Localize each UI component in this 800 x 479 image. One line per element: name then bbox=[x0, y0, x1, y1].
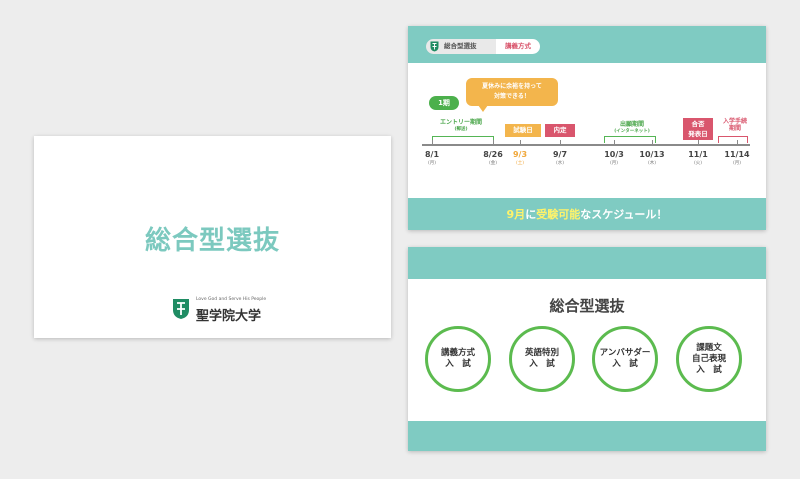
footer-band bbox=[408, 421, 766, 451]
university-name: 聖学院大学 bbox=[196, 309, 262, 324]
exam-day-box: 試験日 bbox=[505, 124, 541, 137]
application-period-label: 出願期間 (インターネット) bbox=[604, 121, 660, 135]
header-band bbox=[408, 247, 766, 279]
date-day: (月) bbox=[732, 161, 741, 166]
pass-announcement-line-1: 合否 bbox=[691, 120, 705, 128]
methods-title: 総合型選抜 bbox=[549, 297, 625, 315]
timeline-axis bbox=[422, 144, 750, 146]
date-label: 11/14 (月) bbox=[721, 150, 753, 168]
timeline-tick bbox=[614, 140, 615, 145]
date-day: (土) bbox=[515, 161, 524, 166]
pass-announcement-line-2: 発表日 bbox=[688, 130, 708, 138]
date-day: (木) bbox=[647, 161, 656, 166]
method-circle: 講義方式 入 試 bbox=[425, 326, 491, 392]
method-label: アンバサダー 入 試 bbox=[599, 348, 651, 369]
schedule-tagline: 9月に受験可能なスケジュール！ bbox=[408, 206, 766, 222]
date-text: 11/14 bbox=[724, 150, 750, 159]
shield-icon bbox=[173, 299, 189, 319]
enrollment-line-1: 入学手続 bbox=[722, 118, 747, 125]
entry-period-text: エントリー期間 bbox=[439, 119, 482, 126]
pass-announcement-box: 合否 発表日 bbox=[683, 118, 713, 140]
date-day: (月) bbox=[609, 161, 618, 166]
bubble-line-1: 夏休みに余裕を持って bbox=[482, 83, 542, 90]
date-text: 8/26 bbox=[483, 150, 503, 159]
timeline-tick bbox=[698, 140, 699, 145]
date-label: 8/1 (月) bbox=[416, 150, 448, 168]
date-day: (月) bbox=[427, 161, 436, 166]
schedule-slide: 総合型選抜 講義方式 夏休みに余裕を持って 対策できる！ 1期 エントリー期間 … bbox=[408, 26, 766, 230]
method-label: 英語特別 入 試 bbox=[524, 348, 559, 369]
application-period-text: 出願期間 bbox=[619, 121, 644, 128]
method-label: 講義方式 入 試 bbox=[440, 348, 475, 369]
timeline-tick bbox=[520, 140, 521, 145]
logo-motto: Love God and Serve His People bbox=[196, 297, 267, 302]
entry-period-bracket bbox=[432, 136, 494, 143]
entry-period-label: エントリー期間 (郵送) bbox=[434, 119, 488, 133]
date-text: 9/7 bbox=[552, 150, 568, 159]
timeline-tick bbox=[493, 140, 494, 145]
date-text: 10/13 bbox=[639, 150, 665, 159]
enrollment-label: 入学手続 期間 bbox=[717, 118, 753, 132]
date-text: 9/3 bbox=[512, 150, 528, 159]
method-circle: 課題文 自己表現 入 試 bbox=[676, 326, 742, 392]
header-program-label: 総合型選抜 bbox=[444, 42, 477, 50]
date-label: 10/13 (木) bbox=[636, 150, 668, 168]
enrollment-bracket bbox=[718, 136, 748, 143]
term-badge: 1期 bbox=[429, 96, 459, 110]
date-label-highlight: 9/3 (土) bbox=[504, 150, 536, 168]
bubble-line-2: 対策できる！ bbox=[494, 93, 530, 100]
speech-bubble: 夏休みに余裕を持って 対策できる！ bbox=[466, 78, 558, 112]
header-method: 講義方式 bbox=[496, 39, 540, 54]
date-label: 9/7 (水) bbox=[544, 150, 576, 168]
header-program: 総合型選抜 bbox=[426, 39, 496, 54]
timeline-tick bbox=[560, 140, 561, 145]
date-day: (火) bbox=[693, 161, 702, 166]
date-text: 10/3 bbox=[604, 150, 624, 159]
naitei-box: 内定 bbox=[545, 124, 575, 137]
enrollment-line-2: 期間 bbox=[728, 125, 741, 132]
method-circle: 英語特別 入 試 bbox=[509, 326, 575, 392]
application-period-sub: (インターネット) bbox=[614, 129, 650, 134]
timeline-tick bbox=[652, 140, 653, 145]
slide-title: 総合型選抜 bbox=[144, 226, 280, 256]
timeline-tick bbox=[737, 140, 738, 145]
date-label: 11/1 (火) bbox=[682, 150, 714, 168]
date-label: 10/3 (月) bbox=[598, 150, 630, 168]
tagline-highlight: 9月 bbox=[506, 208, 526, 221]
date-text: 8/1 bbox=[424, 150, 440, 159]
tagline-highlight: 受験可能 bbox=[536, 208, 581, 221]
method-circle: アンバサダー 入 試 bbox=[592, 326, 658, 392]
methods-slide: 総合型選抜 講義方式 入 試 英語特別 入 試 アンバサダー 入 試 課題文 自… bbox=[408, 247, 766, 451]
tagline-text: に bbox=[525, 208, 537, 221]
tagline-text: なスケジュール！ bbox=[580, 208, 668, 221]
date-day: (水) bbox=[555, 161, 564, 166]
method-label: 課題文 自己表現 入 試 bbox=[691, 342, 726, 375]
shield-icon bbox=[430, 41, 439, 52]
application-period-bracket bbox=[604, 136, 656, 143]
title-slide: 総合型選抜 Love God and Serve His People 聖学院大… bbox=[34, 136, 391, 338]
timeline-tick bbox=[432, 140, 433, 145]
entry-period-sub: (郵送) bbox=[454, 127, 468, 132]
university-logo: Love God and Serve His People 聖学院大学 bbox=[172, 296, 282, 324]
date-text: 11/1 bbox=[688, 150, 708, 159]
